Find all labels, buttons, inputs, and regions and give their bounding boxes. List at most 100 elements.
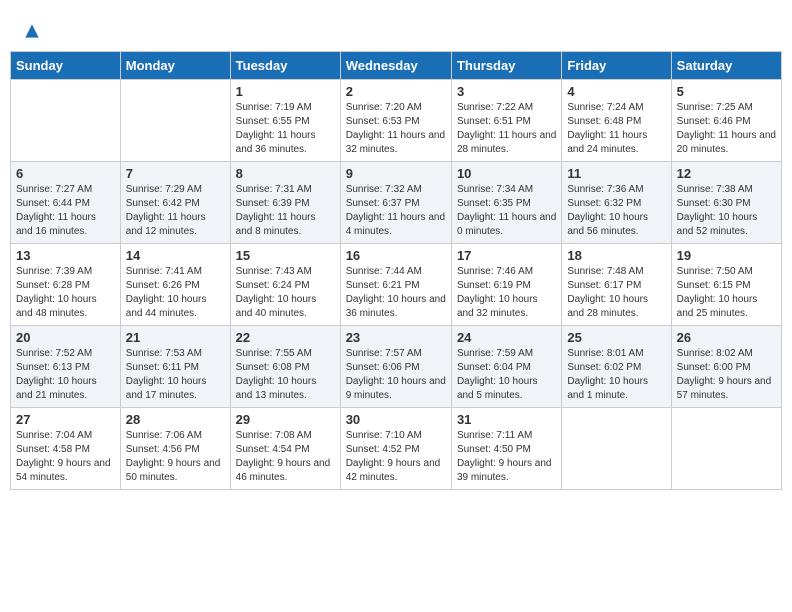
day-header-monday: Monday bbox=[120, 52, 230, 80]
day-number: 17 bbox=[457, 248, 556, 263]
calendar-cell: 16 Sunrise: 7:44 AM Sunset: 6:21 PM Dayli… bbox=[340, 244, 451, 326]
day-number: 1 bbox=[236, 84, 335, 99]
calendar-cell: 4 Sunrise: 7:24 AM Sunset: 6:48 PM Daylig… bbox=[562, 80, 671, 162]
calendar-cell: 17 Sunrise: 7:46 AM Sunset: 6:19 PM Dayli… bbox=[451, 244, 561, 326]
day-number: 7 bbox=[126, 166, 225, 181]
day-number: 9 bbox=[346, 166, 446, 181]
calendar-cell: 1 Sunrise: 7:19 AM Sunset: 6:55 PM Daylig… bbox=[230, 80, 340, 162]
calendar-cell bbox=[671, 408, 781, 490]
day-number: 2 bbox=[346, 84, 446, 99]
day-detail: Sunrise: 7:52 AM Sunset: 6:13 PM Dayligh… bbox=[16, 347, 115, 403]
calendar-cell: 6Sunrise: 7:27 AM Sunset: 6:44 PM Daylig… bbox=[11, 162, 121, 244]
day-detail: Sunrise: 7:36 AM Sunset: 6:32 PM Dayligh… bbox=[567, 183, 665, 239]
day-number: 10 bbox=[457, 166, 556, 181]
day-number: 13 bbox=[16, 248, 115, 263]
day-number: 16 bbox=[346, 248, 446, 263]
day-number: 14 bbox=[126, 248, 225, 263]
day-number: 31 bbox=[457, 412, 556, 427]
day-detail: Sunrise: 7:48 AM Sunset: 6:17 PM Dayligh… bbox=[567, 265, 665, 321]
calendar-cell: 24 Sunrise: 7:59 AM Sunset: 6:04 PM Dayli… bbox=[451, 326, 561, 408]
calendar-week-row: 27Sunrise: 7:04 AM Sunset: 4:58 PM Dayli… bbox=[11, 408, 782, 490]
logo bbox=[20, 20, 42, 41]
calendar-cell: 3 Sunrise: 7:22 AM Sunset: 6:51 PM Daylig… bbox=[451, 80, 561, 162]
day-detail: Sunrise: 7:10 AM Sunset: 4:52 PM Dayligh… bbox=[346, 429, 446, 485]
day-number: 25 bbox=[567, 330, 665, 345]
calendar-cell: 14 Sunrise: 7:41 AM Sunset: 6:26 PM Dayli… bbox=[120, 244, 230, 326]
calendar-cell: 22 Sunrise: 7:55 AM Sunset: 6:08 PM Dayli… bbox=[230, 326, 340, 408]
day-detail: Sunrise: 7:31 AM Sunset: 6:39 PM Dayligh… bbox=[236, 183, 335, 239]
calendar-cell: 28 Sunrise: 7:06 AM Sunset: 4:56 PM Dayli… bbox=[120, 408, 230, 490]
day-detail: Sunrise: 7:29 AM Sunset: 6:42 PM Dayligh… bbox=[126, 183, 225, 239]
page-header bbox=[10, 10, 782, 46]
calendar-cell bbox=[562, 408, 671, 490]
day-header-saturday: Saturday bbox=[671, 52, 781, 80]
calendar-cell: 19 Sunrise: 7:50 AM Sunset: 6:15 PM Dayli… bbox=[671, 244, 781, 326]
day-detail: Sunrise: 8:02 AM Sunset: 6:00 PM Dayligh… bbox=[677, 347, 776, 403]
day-number: 21 bbox=[126, 330, 225, 345]
day-header-tuesday: Tuesday bbox=[230, 52, 340, 80]
calendar-cell: 26 Sunrise: 8:02 AM Sunset: 6:00 PM Dayli… bbox=[671, 326, 781, 408]
calendar-cell: 25Sunrise: 8:01 AM Sunset: 6:02 PM Dayli… bbox=[562, 326, 671, 408]
day-number: 5 bbox=[677, 84, 776, 99]
day-detail: Sunrise: 7:57 AM Sunset: 6:06 PM Dayligh… bbox=[346, 347, 446, 403]
day-detail: Sunrise: 7:24 AM Sunset: 6:48 PM Dayligh… bbox=[567, 101, 665, 157]
day-detail: Sunrise: 7:53 AM Sunset: 6:11 PM Dayligh… bbox=[126, 347, 225, 403]
day-detail: Sunrise: 7:20 AM Sunset: 6:53 PM Dayligh… bbox=[346, 101, 446, 157]
calendar-cell: 20Sunrise: 7:52 AM Sunset: 6:13 PM Dayli… bbox=[11, 326, 121, 408]
day-number: 28 bbox=[126, 412, 225, 427]
day-header-friday: Friday bbox=[562, 52, 671, 80]
calendar-week-row: 20Sunrise: 7:52 AM Sunset: 6:13 PM Dayli… bbox=[11, 326, 782, 408]
day-number: 6 bbox=[16, 166, 115, 181]
calendar-table: SundayMondayTuesdayWednesdayThursdayFrid… bbox=[10, 51, 782, 490]
calendar-cell: 9Sunrise: 7:32 AM Sunset: 6:37 PM Daylig… bbox=[340, 162, 451, 244]
day-detail: Sunrise: 7:59 AM Sunset: 6:04 PM Dayligh… bbox=[457, 347, 556, 403]
calendar-cell: 7 Sunrise: 7:29 AM Sunset: 6:42 PM Daylig… bbox=[120, 162, 230, 244]
day-detail: Sunrise: 7:41 AM Sunset: 6:26 PM Dayligh… bbox=[126, 265, 225, 321]
day-number: 26 bbox=[677, 330, 776, 345]
day-detail: Sunrise: 7:43 AM Sunset: 6:24 PM Dayligh… bbox=[236, 265, 335, 321]
calendar-cell: 27Sunrise: 7:04 AM Sunset: 4:58 PM Dayli… bbox=[11, 408, 121, 490]
day-number: 30 bbox=[346, 412, 446, 427]
calendar-cell: 10Sunrise: 7:34 AM Sunset: 6:35 PM Dayli… bbox=[451, 162, 561, 244]
calendar-header-row: SundayMondayTuesdayWednesdayThursdayFrid… bbox=[11, 52, 782, 80]
day-detail: Sunrise: 7:50 AM Sunset: 6:15 PM Dayligh… bbox=[677, 265, 776, 321]
day-number: 3 bbox=[457, 84, 556, 99]
calendar-cell: 2 Sunrise: 7:20 AM Sunset: 6:53 PM Daylig… bbox=[340, 80, 451, 162]
calendar-cell bbox=[120, 80, 230, 162]
day-number: 19 bbox=[677, 248, 776, 263]
day-number: 12 bbox=[677, 166, 776, 181]
calendar-week-row: 13 Sunrise: 7:39 AM Sunset: 6:28 PM Dayli… bbox=[11, 244, 782, 326]
day-detail: Sunrise: 7:55 AM Sunset: 6:08 PM Dayligh… bbox=[236, 347, 335, 403]
calendar-cell: 23 Sunrise: 7:57 AM Sunset: 6:06 PM Dayli… bbox=[340, 326, 451, 408]
day-number: 23 bbox=[346, 330, 446, 345]
day-number: 4 bbox=[567, 84, 665, 99]
calendar-week-row: 1 Sunrise: 7:19 AM Sunset: 6:55 PM Daylig… bbox=[11, 80, 782, 162]
day-detail: Sunrise: 7:06 AM Sunset: 4:56 PM Dayligh… bbox=[126, 429, 225, 485]
calendar-cell: 8Sunrise: 7:31 AM Sunset: 6:39 PM Daylig… bbox=[230, 162, 340, 244]
calendar-cell: 13 Sunrise: 7:39 AM Sunset: 6:28 PM Dayli… bbox=[11, 244, 121, 326]
day-number: 22 bbox=[236, 330, 335, 345]
calendar-week-row: 6Sunrise: 7:27 AM Sunset: 6:44 PM Daylig… bbox=[11, 162, 782, 244]
calendar-cell: 18 Sunrise: 7:48 AM Sunset: 6:17 PM Dayli… bbox=[562, 244, 671, 326]
day-detail: Sunrise: 7:19 AM Sunset: 6:55 PM Dayligh… bbox=[236, 101, 335, 157]
day-detail: Sunrise: 7:08 AM Sunset: 4:54 PM Dayligh… bbox=[236, 429, 335, 485]
calendar-cell: 31 Sunrise: 7:11 AM Sunset: 4:50 PM Dayli… bbox=[451, 408, 561, 490]
calendar-cell: 5Sunrise: 7:25 AM Sunset: 6:46 PM Daylig… bbox=[671, 80, 781, 162]
logo-icon bbox=[22, 21, 42, 41]
calendar-cell: 21 Sunrise: 7:53 AM Sunset: 6:11 PM Dayli… bbox=[120, 326, 230, 408]
day-number: 27 bbox=[16, 412, 115, 427]
day-header-wednesday: Wednesday bbox=[340, 52, 451, 80]
day-number: 24 bbox=[457, 330, 556, 345]
calendar-cell: 29 Sunrise: 7:08 AM Sunset: 4:54 PM Dayli… bbox=[230, 408, 340, 490]
day-detail: Sunrise: 7:39 AM Sunset: 6:28 PM Dayligh… bbox=[16, 265, 115, 321]
day-detail: Sunrise: 7:11 AM Sunset: 4:50 PM Dayligh… bbox=[457, 429, 556, 485]
day-header-sunday: Sunday bbox=[11, 52, 121, 80]
day-detail: Sunrise: 7:38 AM Sunset: 6:30 PM Dayligh… bbox=[677, 183, 776, 239]
day-detail: Sunrise: 7:44 AM Sunset: 6:21 PM Dayligh… bbox=[346, 265, 446, 321]
day-number: 18 bbox=[567, 248, 665, 263]
calendar-cell: 11 Sunrise: 7:36 AM Sunset: 6:32 PM Dayli… bbox=[562, 162, 671, 244]
day-detail: Sunrise: 7:22 AM Sunset: 6:51 PM Dayligh… bbox=[457, 101, 556, 157]
day-detail: Sunrise: 7:46 AM Sunset: 6:19 PM Dayligh… bbox=[457, 265, 556, 321]
day-number: 29 bbox=[236, 412, 335, 427]
day-number: 11 bbox=[567, 166, 665, 181]
